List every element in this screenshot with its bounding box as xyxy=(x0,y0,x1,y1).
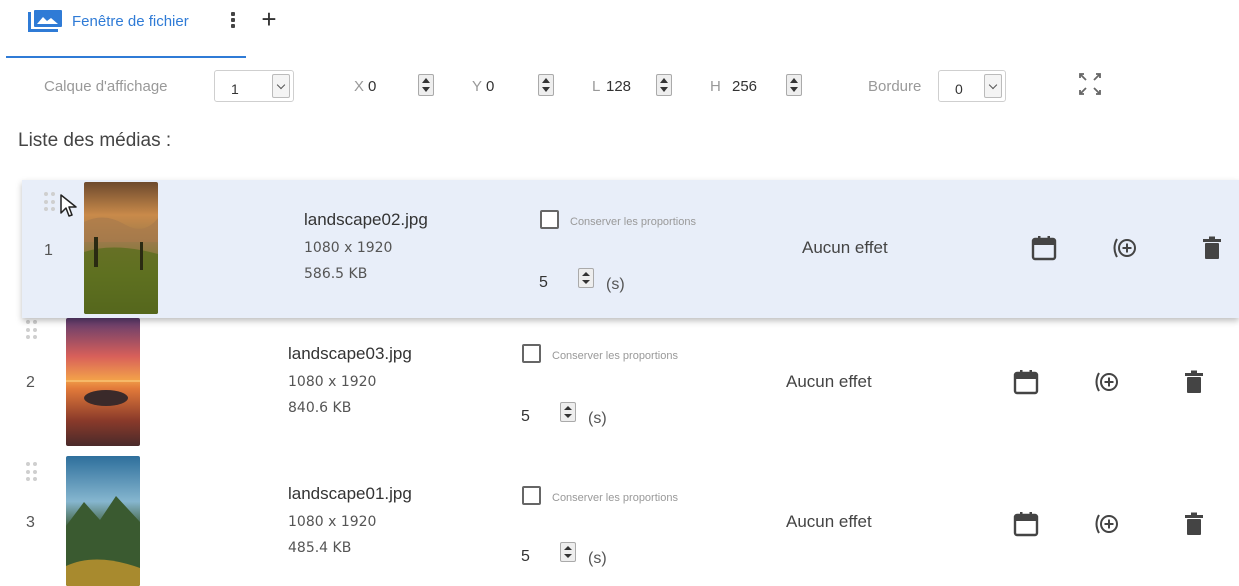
height-label: H xyxy=(710,78,721,95)
width-label: L xyxy=(592,78,601,95)
keep-ratio-checkbox[interactable] xyxy=(522,344,541,363)
media-list-title: Liste des médias : xyxy=(18,130,172,151)
add-tab-button[interactable]: + xyxy=(256,6,282,32)
media-thumbnail xyxy=(84,182,158,314)
duration-spinner-icon[interactable] xyxy=(560,542,576,562)
mouse-cursor-icon xyxy=(60,194,77,217)
tab-bar: Fenêtre de fichier + xyxy=(0,0,1239,58)
media-filesize: 485.4 KB xyxy=(288,540,352,556)
add-transition-icon[interactable] xyxy=(1092,368,1120,396)
media-dimensions: 1080 x 1920 xyxy=(304,240,393,256)
duration-input[interactable]: 5 xyxy=(516,396,580,436)
keep-ratio-label: Conserver les proportions xyxy=(552,350,678,362)
height-spinner-icon[interactable] xyxy=(786,74,802,96)
media-dimensions: 1080 x 1920 xyxy=(288,514,377,530)
y-spinner-icon[interactable] xyxy=(538,74,554,96)
image-gallery-icon xyxy=(28,10,62,32)
duration-value: 5 xyxy=(539,274,548,291)
effect-selector[interactable]: Aucun effet xyxy=(786,512,872,532)
delete-icon[interactable] xyxy=(1180,368,1208,396)
effect-selector[interactable]: Aucun effet xyxy=(786,372,872,392)
duration-input[interactable]: 5 xyxy=(516,536,580,576)
width-input[interactable]: 128 xyxy=(606,78,631,95)
keep-ratio-label: Conserver les proportions xyxy=(552,492,678,504)
media-index: 1 xyxy=(44,242,53,259)
duration-unit: (s) xyxy=(606,276,625,293)
border-label: Bordure xyxy=(868,78,922,95)
duration-input[interactable]: 5 xyxy=(534,262,598,302)
delete-icon[interactable] xyxy=(1180,510,1208,538)
media-row[interactable]: 2 landscape03.jpg 1080 x 1920 840.6 KB C… xyxy=(0,318,1239,454)
media-filesize: 840.6 KB xyxy=(288,400,352,416)
media-filesize: 586.5 KB xyxy=(304,266,368,282)
calendar-icon[interactable] xyxy=(1012,368,1040,396)
border-select-value: 0 xyxy=(955,81,963,97)
drag-handle-icon[interactable] xyxy=(44,192,56,212)
media-filename: landscape01.jpg xyxy=(288,484,412,503)
width-spinner-icon[interactable] xyxy=(656,74,672,96)
keep-ratio-checkbox[interactable] xyxy=(540,210,559,229)
duration-spinner-icon[interactable] xyxy=(578,268,594,288)
fullscreen-icon[interactable] xyxy=(1078,72,1102,96)
keep-ratio-label: Conserver les proportions xyxy=(570,216,696,228)
media-index: 3 xyxy=(26,514,35,531)
tab-label: Fenêtre de fichier xyxy=(72,13,189,30)
add-transition-icon[interactable] xyxy=(1092,510,1120,538)
duration-unit: (s) xyxy=(588,410,607,427)
duration-value: 5 xyxy=(521,548,530,565)
duration-value: 5 xyxy=(521,408,530,425)
media-index: 2 xyxy=(26,374,35,391)
media-filename: landscape03.jpg xyxy=(288,344,412,363)
x-spinner-icon[interactable] xyxy=(418,74,434,96)
drag-handle-icon[interactable] xyxy=(26,462,38,482)
add-transition-icon[interactable] xyxy=(1110,234,1138,262)
chevron-down-icon xyxy=(984,74,1002,98)
tab-menu-icon[interactable] xyxy=(228,10,238,30)
x-label: X xyxy=(354,78,365,95)
media-row[interactable]: 1 landscape02.jpg 1080 x 1920 586.5 KB C… xyxy=(22,180,1239,318)
border-select[interactable]: 0 xyxy=(938,70,1006,102)
layer-select-value: 1 xyxy=(231,81,239,97)
y-input[interactable]: 0 xyxy=(486,78,494,95)
tab-file-window[interactable]: Fenêtre de fichier xyxy=(6,0,246,58)
media-thumbnail xyxy=(66,456,140,586)
height-input[interactable]: 256 xyxy=(732,78,757,95)
calendar-icon[interactable] xyxy=(1012,510,1040,538)
media-filename: landscape02.jpg xyxy=(304,210,428,229)
y-label: Y xyxy=(472,78,483,95)
layer-select[interactable]: 1 xyxy=(214,70,294,102)
calendar-icon[interactable] xyxy=(1030,234,1058,262)
duration-spinner-icon[interactable] xyxy=(560,402,576,422)
media-row[interactable]: 3 landscape01.jpg 1080 x 1920 485.4 KB C… xyxy=(0,456,1239,586)
x-input[interactable]: 0 xyxy=(368,78,376,95)
keep-ratio-checkbox[interactable] xyxy=(522,486,541,505)
chevron-down-icon xyxy=(272,74,290,98)
layout-toolbar: Calque d'affichage 1 X 0 Y 0 L 128 H 256… xyxy=(0,66,1239,110)
effect-selector[interactable]: Aucun effet xyxy=(802,238,888,258)
layer-label: Calque d'affichage xyxy=(44,78,168,95)
duration-unit: (s) xyxy=(588,550,607,567)
drag-handle-icon[interactable] xyxy=(26,320,38,340)
media-thumbnail xyxy=(66,318,140,446)
media-dimensions: 1080 x 1920 xyxy=(288,374,377,390)
delete-icon[interactable] xyxy=(1198,234,1226,262)
